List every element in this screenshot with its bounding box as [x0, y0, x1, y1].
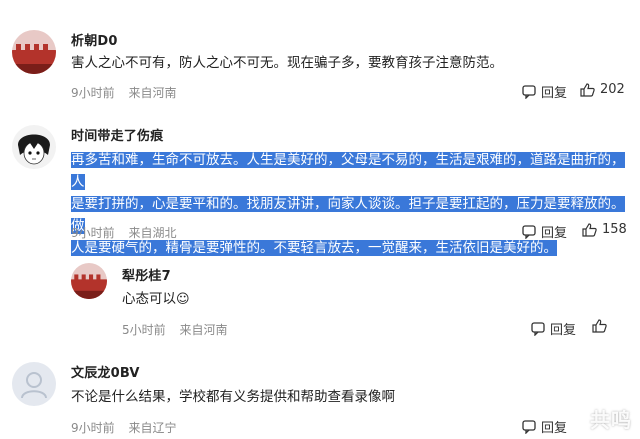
reply-label: 回复 — [541, 421, 568, 436]
reply-label: 回复 — [541, 86, 568, 101]
default-user-avatar-icon — [12, 362, 56, 406]
like-button[interactable] — [592, 319, 612, 333]
reply-button[interactable]: 回复 — [522, 417, 567, 436]
like-count: 158 — [602, 222, 627, 237]
timestamp: 9小时前 — [71, 421, 115, 435]
avatar[interactable] — [12, 30, 56, 74]
timestamp: 9小时前 — [71, 226, 115, 240]
comment-text-body: 心态可以 — [122, 291, 176, 307]
comment-icon — [522, 419, 536, 434]
like-count: 202 — [600, 82, 625, 97]
avatar[interactable] — [71, 263, 107, 299]
comment-text: 不论是什么结果，学校都有义务提供和帮助查看录像啊 — [71, 389, 395, 405]
highlighted-line-3: 人是要硬气的，精骨是要弹性的。不要轻言放去，一觉醒来，生活依旧是美好的。 — [71, 240, 557, 256]
comment-meta: 5小时前 来自河南 — [122, 321, 227, 338]
username[interactable]: 析朝D0 — [71, 30, 118, 49]
reply-button[interactable]: 回复 — [531, 319, 576, 338]
red-wall-avatar-icon — [12, 30, 56, 74]
location: 来自河南 — [179, 323, 228, 337]
timestamp: 5小时前 — [122, 323, 166, 337]
watermark: 共鸣 — [590, 408, 632, 432]
reply-label: 回复 — [541, 226, 568, 241]
smile-emoji-icon: ☺ — [176, 292, 190, 307]
comment-meta: 9小时前 来自湖北 — [71, 224, 176, 241]
comment-icon — [522, 84, 536, 99]
thumbs-up-icon — [592, 319, 607, 333]
avatar[interactable] — [12, 362, 56, 406]
location: 来自辽宁 — [128, 421, 177, 435]
red-wall-avatar-icon — [71, 263, 107, 299]
reply-label: 回复 — [550, 323, 577, 338]
like-button[interactable]: 158 — [582, 222, 627, 237]
highlighted-line-1: 再多苦和难，生命不可放去。人生是美好的，父母是不易的，生活是艰难的，道路是曲折的… — [71, 152, 625, 190]
reply-button[interactable]: 回复 — [522, 222, 567, 241]
comment-meta: 9小时前 来自辽宁 — [71, 419, 176, 436]
comment-text: 害人之心不可有，防人之心不可无。现在骗子多，要教育孩子注意防范。 — [71, 55, 503, 71]
comment-text: 心态可以☺ — [122, 288, 190, 311]
timestamp: 9小时前 — [71, 86, 115, 100]
like-button[interactable]: 202 — [580, 82, 625, 97]
anime-sketch-avatar-icon — [12, 125, 56, 169]
comment-text: 再多苦和难，生命不可放去。人生是美好的，父母是不易的，生活是艰难的，道路是曲折的… — [71, 149, 631, 259]
username[interactable]: 文辰龙0BV — [71, 362, 140, 381]
comment-icon — [522, 224, 536, 239]
username[interactable]: 时间带走了伤痕 — [71, 125, 163, 144]
username[interactable]: 犁彤桂7 — [122, 265, 171, 284]
reply-button[interactable]: 回复 — [522, 82, 567, 101]
location: 来自湖北 — [128, 226, 177, 240]
location: 来自河南 — [128, 86, 177, 100]
comment-meta: 9小时前 来自河南 — [71, 84, 176, 101]
comment-icon — [531, 321, 545, 336]
thumbs-up-icon — [580, 82, 595, 97]
avatar[interactable] — [12, 125, 56, 169]
thumbs-up-icon — [582, 222, 597, 237]
